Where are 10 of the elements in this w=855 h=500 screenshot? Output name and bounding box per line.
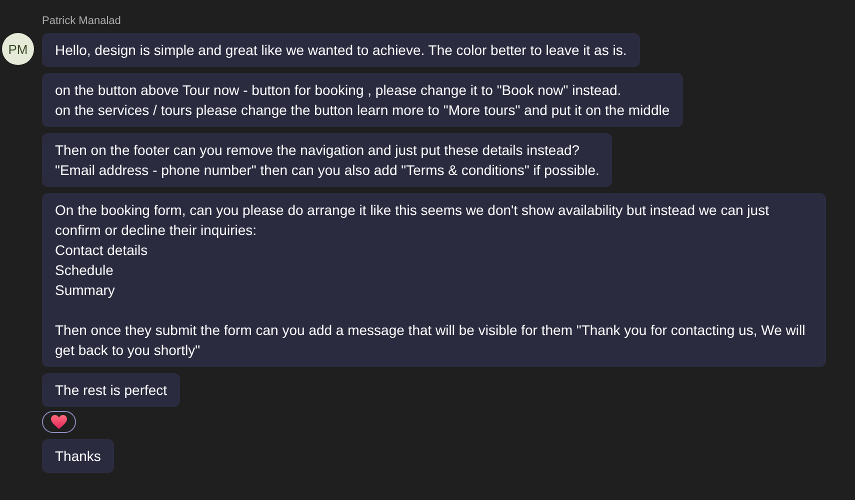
message-bubble: The rest is perfect — [42, 373, 180, 407]
heart-icon — [50, 414, 68, 430]
message-bubble: on the button above Tour now - button for booking , please change it to "Book now" instead. on the services / tours please change the button learn more to "More tours" and put it on the middle — [42, 73, 683, 127]
message-bubble: On the booking form, can you please do arrange it like this seems we don't show availability but instead we can just confirm or decline their inquiries: Contact details Schedule Summary Then once they submit the form can you add a message that will be visible for them "Thank you for contacting us, We will get back to you shortly" — [42, 193, 826, 367]
sender-name: Patrick Manalad — [42, 14, 121, 29]
message-bubble: Then on the footer can you remove the navigation and just put these details instead? "Email address - phone number" then can you also add "Terms & conditions" if possible. — [42, 133, 612, 187]
reaction-button[interactable] — [42, 411, 76, 433]
message-bubble: Hello, design is simple and great like we wanted to achieve. The color better to leave it as is. — [42, 33, 640, 67]
message-bubble: Thanks — [42, 439, 114, 473]
avatar[interactable]: PM — [2, 33, 34, 65]
